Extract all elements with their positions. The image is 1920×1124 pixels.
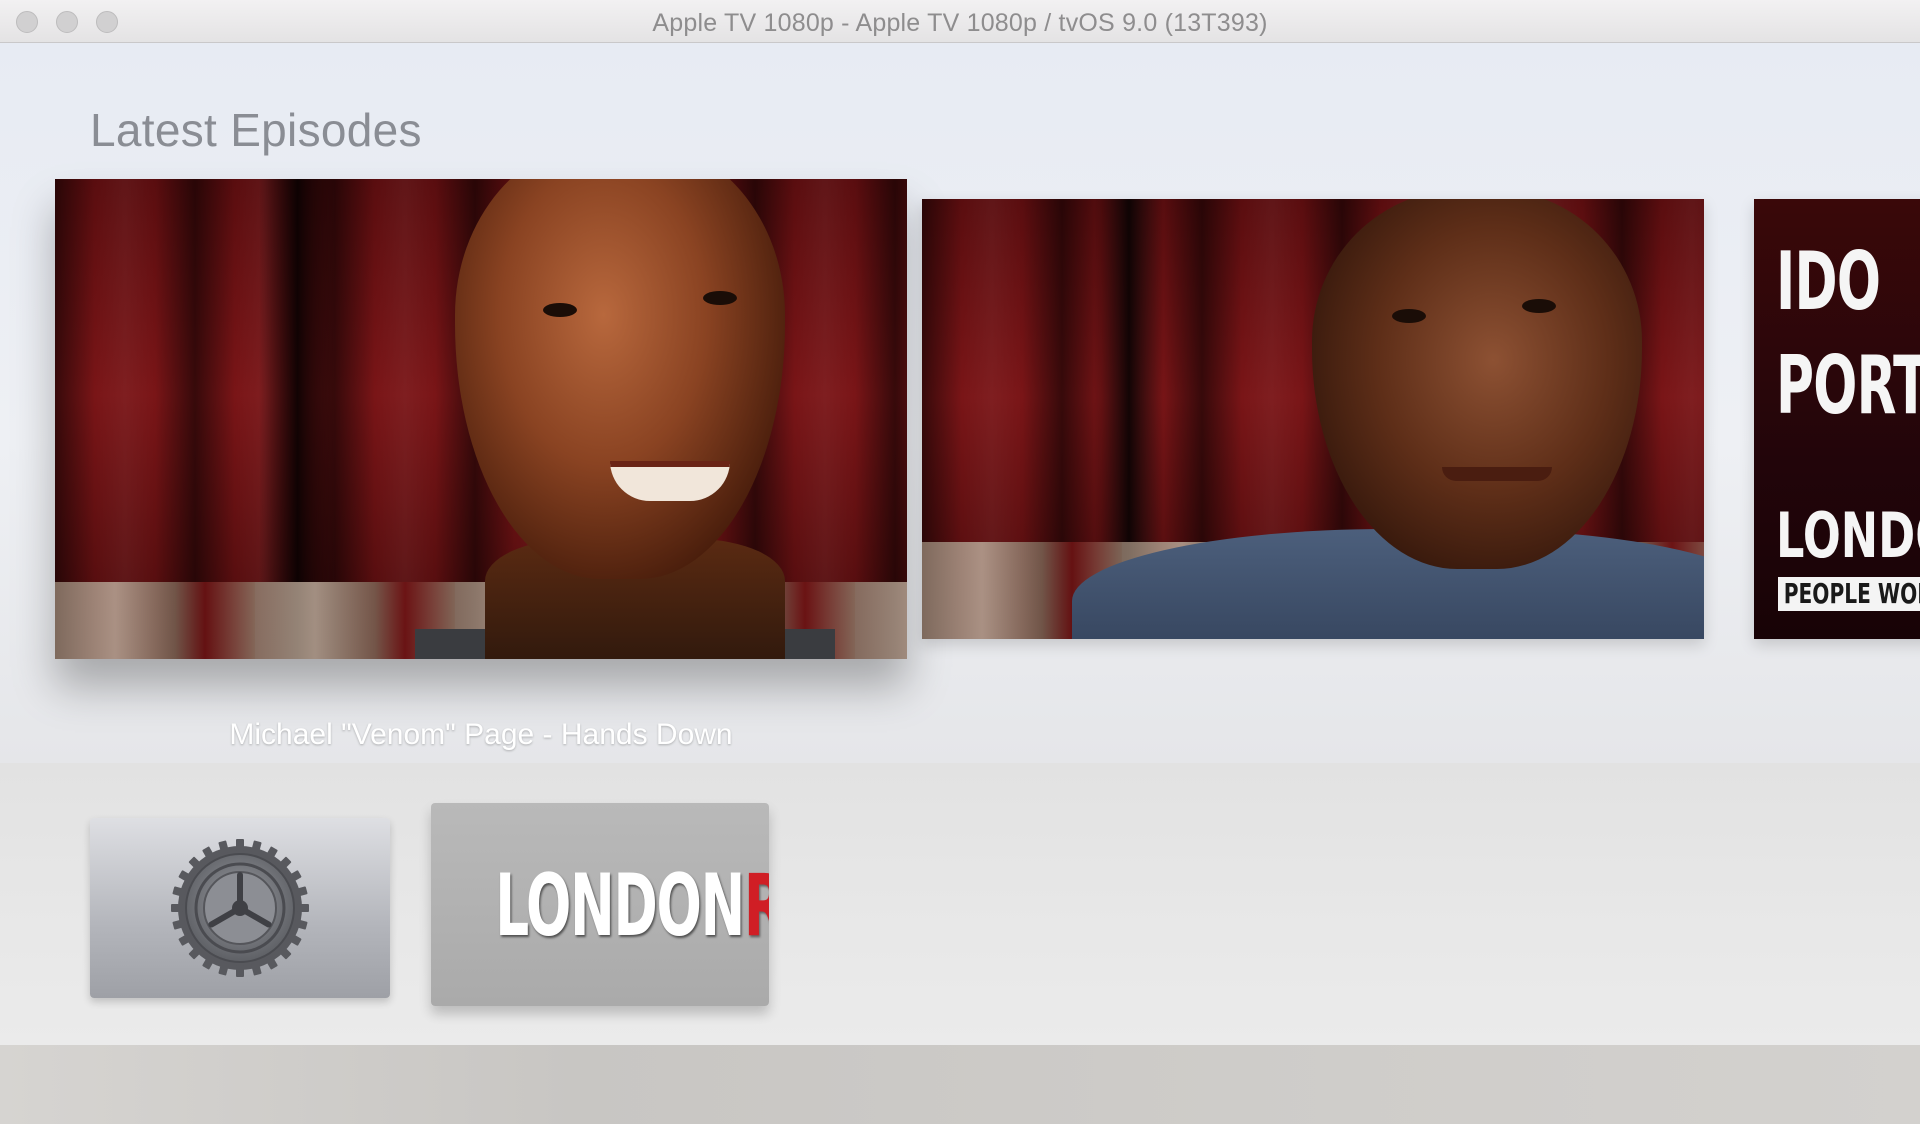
settings-app[interactable] xyxy=(90,818,390,998)
poster-brand: LONDO xyxy=(1776,499,1920,572)
portrait-face xyxy=(1312,199,1642,569)
episode-caption: Michael "Venom" Page - Hands Down xyxy=(229,718,733,751)
episode-tile-partial[interactable]: IDO PORT LONDO PEOPLE WORT xyxy=(1754,199,1920,639)
poster-headline-line: PORT xyxy=(1776,339,1920,432)
poster-headline-line: IDO xyxy=(1776,235,1881,328)
gear-icon xyxy=(171,839,309,977)
logo-text-london: LONDON xyxy=(495,856,745,956)
top-shelf: Latest Episodes IDO PORT LOND PEOPLE WO … xyxy=(0,43,1920,763)
poster-tagline: PEOPLE WORT xyxy=(1778,577,1920,611)
london-real-app[interactable]: LONDONREAL xyxy=(431,803,769,1006)
background-strip xyxy=(0,1045,1920,1124)
window-title: Apple TV 1080p - Apple TV 1080p / tvOS 9… xyxy=(652,9,1268,37)
title-bar: Apple TV 1080p - Apple TV 1080p / tvOS 9… xyxy=(0,0,1920,43)
simulator-window: Apple TV 1080p - Apple TV 1080p / tvOS 9… xyxy=(0,0,1920,1124)
section-title: Latest Episodes xyxy=(90,104,422,156)
london-real-logo: LONDONREAL xyxy=(495,861,769,951)
episode-tile-focused[interactable] xyxy=(55,179,907,659)
app-dock: LONDONREAL xyxy=(0,763,1920,1045)
logo-text-real: REAL xyxy=(744,856,769,956)
episode-tile[interactable] xyxy=(922,199,1704,639)
